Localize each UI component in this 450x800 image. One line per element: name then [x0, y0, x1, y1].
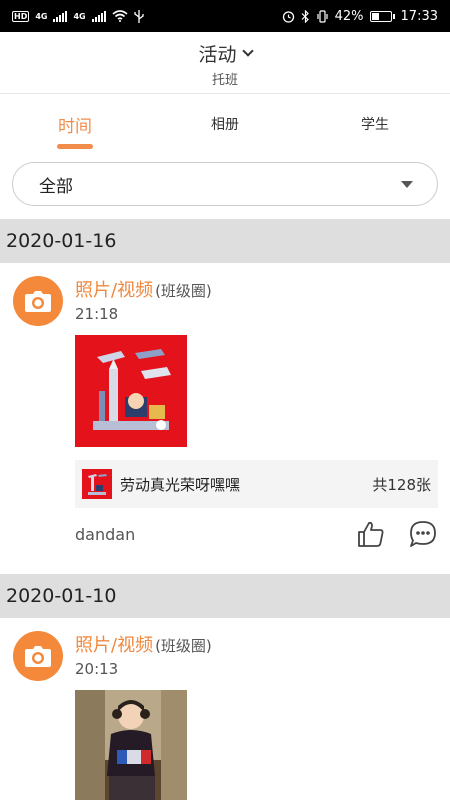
page-title: 活动	[198, 44, 237, 66]
post-scope: (班级圈)	[155, 637, 212, 655]
tab-label: 时间	[58, 117, 92, 137]
tab-bar: 时间 相册 学生	[0, 94, 450, 154]
album-name: 劳动真光荣呀嘿嘿	[120, 475, 241, 494]
album-thumbnail	[82, 469, 112, 499]
status-left: HD 4G 4G	[12, 9, 144, 23]
tab-time[interactable]: 时间	[0, 94, 150, 154]
caret-down-icon	[401, 180, 413, 188]
camera-icon	[13, 631, 63, 681]
post-scope: (班级圈)	[155, 282, 212, 300]
chevron-down-icon	[241, 45, 254, 57]
comment-icon[interactable]	[408, 519, 438, 549]
album-card[interactable]: 劳动真光荣呀嘿嘿 共128张	[75, 460, 438, 508]
bluetooth-icon	[301, 9, 309, 23]
post-type-row: 照片/视频 (班级圈)	[75, 631, 212, 657]
activity-post: 照片/视频 (班级圈) 20:13	[0, 618, 450, 800]
wifi-icon	[112, 10, 128, 22]
filter-value: 全部	[39, 176, 73, 197]
post-time: 21:18	[75, 305, 119, 323]
vibrate-icon	[317, 9, 328, 23]
tab-label: 相册	[211, 117, 239, 133]
date-header: 2020-01-10	[0, 574, 450, 618]
status-right: 42% 17:33	[282, 9, 438, 24]
signal-icon	[53, 10, 68, 22]
album-photo-count: 共128张	[372, 475, 431, 494]
tab-album[interactable]: 相册	[150, 94, 300, 154]
usb-icon	[133, 9, 144, 23]
tab-label: 学生	[361, 117, 389, 133]
post-photo[interactable]	[75, 690, 187, 800]
thumbs-up-icon[interactable]	[356, 519, 386, 549]
post-type[interactable]: 照片/视频	[75, 631, 153, 657]
filter-select[interactable]: 全部	[12, 162, 438, 206]
activity-post: 照片/视频 (班级圈) 21:18 劳动真光荣呀嘿嘿 共128张 dandan	[0, 263, 450, 573]
battery-percent: 42%	[334, 8, 364, 24]
network-type-1: 4G	[35, 11, 48, 21]
title-dropdown[interactable]: 活动	[0, 40, 450, 67]
battery-icon	[369, 10, 395, 22]
tab-students[interactable]: 学生	[300, 94, 450, 154]
page-header: 活动 托班	[0, 32, 450, 94]
active-tab-indicator	[57, 144, 93, 149]
post-author: dandan	[75, 525, 136, 544]
post-photo[interactable]	[75, 335, 187, 447]
camera-icon	[13, 276, 63, 326]
alarm-icon	[282, 10, 294, 23]
hd-indicator: HD	[12, 10, 30, 22]
post-time: 20:13	[75, 660, 119, 678]
class-name: 托班	[211, 73, 238, 88]
status-bar: HD 4G 4G 42% 17:33	[0, 0, 450, 32]
date-header: 2020-01-16	[0, 219, 450, 263]
post-type-row: 照片/视频 (班级圈)	[75, 276, 212, 302]
post-type[interactable]: 照片/视频	[75, 276, 153, 302]
signal-icon	[91, 10, 106, 22]
clock: 17:33	[400, 8, 438, 24]
network-type-2: 4G	[73, 11, 86, 21]
